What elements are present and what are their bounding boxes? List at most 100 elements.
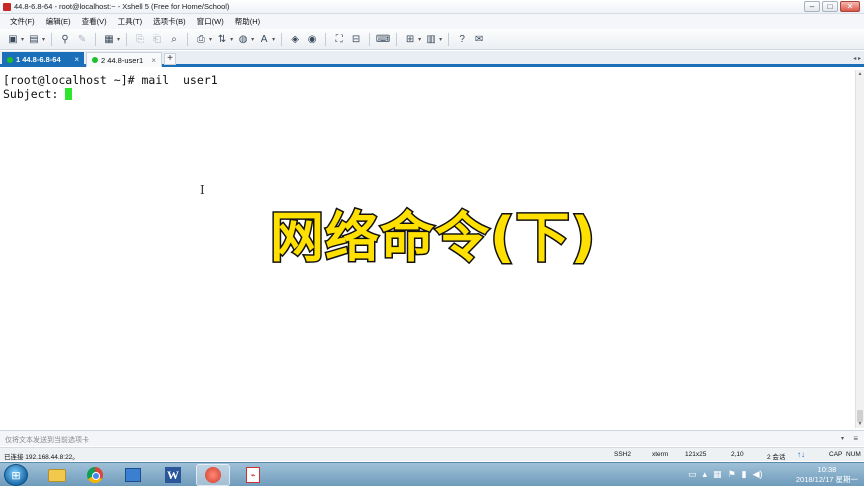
compose-icon[interactable]: ⊞ [403, 33, 417, 47]
globe-icon[interactable]: ◍ [236, 33, 250, 47]
tab-session-2[interactable]: 2 44.8-user1 × [86, 52, 162, 67]
print-dropdown-icon[interactable]: ▾ [209, 36, 212, 43]
open-dropdown-icon[interactable]: ▾ [42, 36, 45, 43]
terminal-scrollbar[interactable]: ▲ ▼ [855, 70, 864, 428]
fullscreen-icon[interactable]: ⛶ [332, 33, 346, 47]
layout-icon[interactable]: ▥ [424, 33, 438, 47]
chrome-icon [87, 467, 103, 483]
properties-icon[interactable]: ▦ [102, 33, 116, 47]
transfer-icon[interactable]: ⇅ [215, 33, 229, 47]
session-tab-bar: 1 44.8-6.8-64 × 2 44.8-user1 × + ◂ ▸ [0, 51, 864, 67]
lock-icon[interactable]: ⊟ [349, 33, 363, 47]
menu-edit[interactable]: 编辑(E) [46, 16, 71, 27]
new-session-dropdown-icon[interactable]: ▾ [21, 36, 24, 43]
menu-file[interactable]: 文件(F) [10, 16, 35, 27]
caps-lock-status: CAP [829, 451, 843, 458]
font-dropdown-icon[interactable]: ▾ [272, 36, 275, 43]
menu-tools[interactable]: 工具(T) [118, 16, 143, 27]
menu-view[interactable]: 查看(V) [82, 16, 107, 27]
menu-window[interactable]: 窗口(W) [197, 16, 224, 27]
compose-bar[interactable]: 仅将文本发送到当前选项卡 ▾ ≡ [0, 430, 864, 446]
compose-dropdown-icon[interactable]: ▾ [418, 36, 421, 43]
start-button[interactable]: ⊞ [4, 464, 28, 486]
script-icon[interactable]: ◉ [305, 33, 319, 47]
connected-status-icon [92, 57, 98, 63]
taskbar-xshell[interactable] [196, 464, 230, 486]
window-controls: – □ ✕ [804, 1, 860, 12]
open-folder-icon[interactable]: ▤ [27, 33, 41, 47]
layout-dropdown-icon[interactable]: ▾ [439, 36, 442, 43]
menu-help[interactable]: 帮助(H) [235, 16, 260, 27]
minimize-button[interactable]: – [804, 1, 820, 12]
tab-close-icon[interactable]: × [74, 55, 79, 64]
taskbar-pdf[interactable]: ⌁ [236, 464, 270, 486]
toolbar-separator [325, 33, 327, 46]
keyboard-tray-icon[interactable]: ▭ [688, 469, 697, 480]
session-count-status: 2 会话 [767, 454, 786, 461]
clock-date: 2018/12/17 星期一 [795, 475, 858, 484]
reconnect-icon[interactable]: ⚲ [58, 33, 72, 47]
copy-icon[interactable]: ⎘ [133, 33, 147, 47]
volume-tray-icon[interactable]: ◀) [753, 469, 763, 480]
toolbar-separator [448, 33, 450, 46]
toolbar-separator [281, 33, 283, 46]
taskbar-explorer[interactable] [40, 464, 74, 486]
pdf-icon: ⌁ [246, 467, 260, 483]
signal-tray-icon[interactable]: ▮ [742, 469, 747, 480]
compose-dropdown-icon[interactable]: ▾ [841, 435, 844, 442]
word-icon: W [165, 467, 181, 483]
print-icon[interactable]: ⎙ [194, 33, 208, 47]
disconnect-icon[interactable]: ✎ [75, 33, 89, 47]
tab-scroll-icon[interactable]: ◂ ▸ [853, 55, 861, 62]
properties-dropdown-icon[interactable]: ▾ [117, 36, 120, 43]
font-icon[interactable]: A [257, 33, 271, 47]
tray-expand-icon[interactable]: ▴ [703, 469, 708, 480]
tab-session-1[interactable]: 1 44.8-6.8-64 × [2, 52, 84, 67]
tab-close-icon[interactable]: × [151, 56, 156, 65]
help-icon[interactable]: ? [455, 33, 469, 47]
xftp-icon[interactable]: ◈ [288, 33, 302, 47]
globe-dropdown-icon[interactable]: ▾ [251, 36, 254, 43]
maximize-button[interactable]: □ [822, 1, 838, 12]
paste-icon[interactable]: ⎗ [150, 33, 164, 47]
compose-placeholder[interactable]: 仅将文本发送到当前选项卡 [5, 435, 89, 445]
system-tray: ▭ ▴ ▦ ⚑ ▮ ◀) [688, 469, 763, 480]
chat-icon[interactable]: ✉ [472, 33, 486, 47]
menu-tabs[interactable]: 选项卡(B) [153, 16, 186, 27]
new-session-icon[interactable]: ▣ [6, 33, 20, 47]
terminal-line-text: Subject: [3, 87, 66, 101]
compose-menu-icon[interactable]: ≡ [853, 434, 858, 443]
toolbar-separator [51, 33, 53, 46]
network-tray-icon[interactable]: ▦ [713, 469, 722, 480]
terminal-size-status: 121x25 [685, 451, 707, 458]
connected-status-icon [7, 56, 13, 63]
protocol-status: SSH2 [614, 451, 631, 458]
transfer-dropdown-icon[interactable]: ▾ [230, 36, 233, 43]
clock-time: 10:38 [817, 465, 837, 474]
xshell-icon [205, 467, 221, 483]
taskbar-window[interactable] [116, 464, 150, 486]
flag-tray-icon[interactable]: ⚑ [728, 469, 736, 480]
taskbar-chrome[interactable] [78, 464, 112, 486]
taskbar-word[interactable]: W [156, 464, 190, 486]
status-bar: 已连接 192.168.44.8:22。 SSH2 xterm 121x25 2… [0, 447, 864, 461]
xshell-app-icon [3, 3, 11, 11]
scroll-down-icon[interactable]: ▼ [856, 421, 864, 427]
toolbar-separator [126, 33, 128, 46]
scroll-up-icon[interactable]: ▲ [856, 71, 864, 77]
terminal-line: [root@localhost ~]# mail user1 [3, 73, 218, 87]
toolbar-separator [187, 33, 189, 46]
find-icon[interactable]: ⌕ [167, 33, 181, 47]
connection-status: 已连接 192.168.44.8:22。 [4, 454, 79, 461]
close-button[interactable]: ✕ [840, 1, 860, 12]
new-tab-button[interactable]: + [164, 53, 176, 65]
num-lock-status: NUM [846, 451, 861, 458]
window-icon [125, 468, 141, 482]
overlay-title: 网络命令(下) [268, 205, 597, 271]
cursor-position-status: 2,10 [731, 451, 744, 458]
taskbar-clock[interactable]: 10:38 2018/12/17 星期一 [796, 465, 858, 485]
tab-label: 2 44.8-user1 [101, 55, 144, 65]
windows-taskbar: ⊞ W ⌁ ▭ ▴ ▦ ⚑ ▮ ◀) 10:38 2018/12/17 星期一 [0, 462, 864, 486]
transfer-arrows-icon: ↑↓ [797, 450, 805, 459]
keyboard-icon[interactable]: ⌨ [376, 33, 390, 47]
